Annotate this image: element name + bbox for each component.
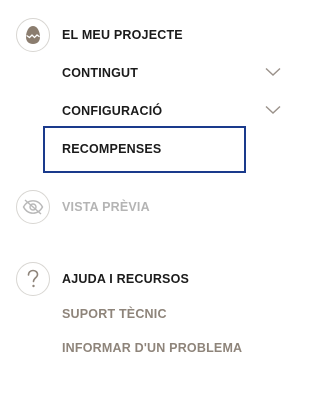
chevron-down-icon[interactable] [265, 67, 281, 77]
question-icon [16, 262, 50, 296]
chevron-down-icon[interactable] [265, 105, 281, 115]
nav-item-suport-tecnic[interactable]: SUPORT TÈCNIC [62, 307, 167, 321]
project-sidebar-nav: EL MEU PROJECTE CONTINGUT CONFIGURACIÓ R… [0, 0, 301, 398]
nav-item-configuracio[interactable]: CONFIGURACIÓ [62, 104, 162, 118]
nav-item-informar-problema[interactable]: INFORMAR D'UN PROBLEMA [62, 341, 242, 355]
project-section-header[interactable]: EL MEU PROJECTE [16, 18, 183, 52]
egg-icon [16, 18, 50, 52]
nav-item-contingut[interactable]: CONTINGUT [62, 66, 138, 80]
project-section-title: EL MEU PROJECTE [62, 28, 183, 42]
preview-label: VISTA PRÈVIA [62, 200, 150, 214]
preview-link[interactable]: VISTA PRÈVIA [16, 190, 150, 224]
nav-item-recompenses[interactable]: RECOMPENSES [62, 142, 161, 156]
eye-slash-icon [16, 190, 50, 224]
help-section-header[interactable]: AJUDA I RECURSOS [16, 262, 189, 296]
help-section-title: AJUDA I RECURSOS [62, 272, 190, 286]
